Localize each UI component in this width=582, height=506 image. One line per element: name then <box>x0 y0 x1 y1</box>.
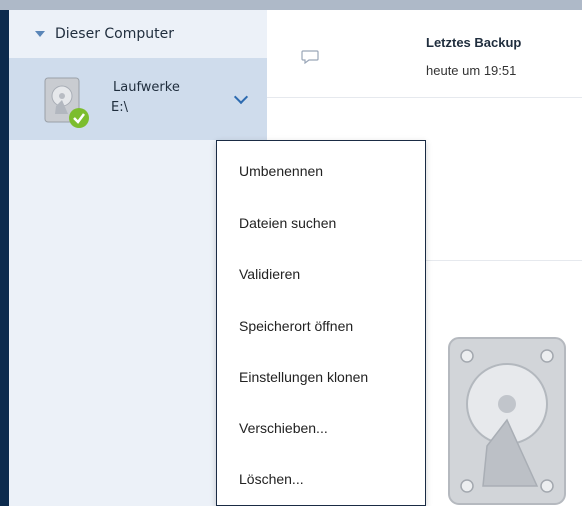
menu-item-clone-settings[interactable]: Einstellungen klonen <box>217 362 425 392</box>
last-backup-label: Letztes Backup <box>426 35 522 50</box>
comment-icon[interactable] <box>301 50 319 64</box>
caret-down-icon <box>35 31 45 37</box>
menu-item-validate[interactable]: Validieren <box>217 259 425 289</box>
drive-path: E:\ <box>111 100 128 115</box>
hard-drive-large-icon <box>448 337 566 505</box>
backup-context-menu: Umbenennen Dateien suchen Validieren Spe… <box>216 140 426 506</box>
last-backup-time: heute um 19:51 <box>426 63 517 78</box>
hard-drive-icon <box>44 77 89 128</box>
sidebar-group-header[interactable]: Dieser Computer <box>9 10 267 58</box>
sidebar-group-title: Dieser Computer <box>55 26 174 42</box>
menu-item-rename[interactable]: Umbenennen <box>217 156 425 186</box>
window-top-strip <box>0 0 582 10</box>
menu-item-open-location[interactable]: Speicherort öffnen <box>217 311 425 341</box>
backup-item-main[interactable]: Laufwerke E:\ <box>9 58 215 140</box>
menu-item-delete[interactable]: Löschen... <box>217 464 425 494</box>
drive-name: Laufwerke <box>113 80 180 95</box>
backup-menu-toggle-button[interactable] <box>215 58 267 140</box>
menu-item-move[interactable]: Verschieben... <box>217 413 425 443</box>
check-badge-icon <box>69 108 89 128</box>
chevron-down-icon <box>233 89 249 105</box>
menu-item-search-files[interactable]: Dateien suchen <box>217 208 425 238</box>
backup-item-drives[interactable]: Laufwerke E:\ <box>9 58 267 140</box>
navigation-bar-edge <box>0 10 9 506</box>
backup-info-row: Letztes Backup heute um 19:51 <box>267 10 582 98</box>
